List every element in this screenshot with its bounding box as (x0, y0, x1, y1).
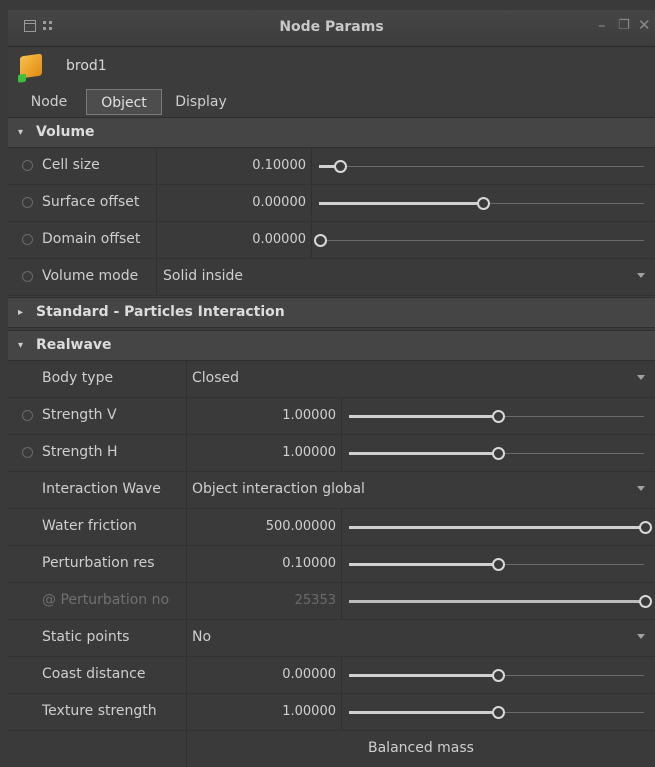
param-label: Interaction Wave (42, 481, 161, 497)
texture-strength-value[interactable]: 1.00000 (188, 704, 336, 719)
surface-offset-value[interactable]: 0.00000 (158, 195, 306, 210)
row-volume-mode: Volume mode Solid inside (8, 259, 655, 296)
section-label: Volume (36, 124, 95, 140)
tab-object[interactable]: Object (86, 89, 162, 115)
row-texture-strength: Texture strength 1.00000 (8, 694, 655, 731)
row-perturbation-res: Perturbation res 0.10000 (8, 546, 655, 583)
node-params-panel: Node Params – ❐ ✕ brod1 Node Object Disp… (8, 10, 655, 767)
param-label: Cell size (42, 157, 100, 173)
row-static-points: Static points No (8, 620, 655, 657)
keyframe-radio[interactable] (22, 447, 33, 458)
strength-v-value[interactable]: 1.00000 (188, 408, 336, 423)
restore-icon[interactable]: ❐ (618, 18, 630, 33)
param-label: Perturbation res (42, 555, 155, 571)
dropdown-arrow-icon[interactable] (637, 273, 645, 278)
row-body-type: Body type Closed (8, 361, 655, 398)
row-surface-offset: Surface offset 0.00000 (8, 185, 655, 222)
param-label: Strength V (42, 407, 117, 423)
param-label: Static points (42, 629, 130, 645)
param-label: Body type (42, 370, 114, 386)
balanced-mass-button[interactable]: Balanced mass (368, 740, 474, 756)
slider-knob[interactable] (314, 234, 327, 247)
volume-mode-dropdown[interactable]: Solid inside (163, 268, 243, 284)
row-coast-distance: Coast distance 0.00000 (8, 657, 655, 694)
coast-distance-slider[interactable] (349, 669, 644, 682)
surface-offset-slider[interactable] (319, 197, 644, 210)
section-volume[interactable]: ▾ Volume (8, 117, 655, 148)
section-standard[interactable]: ▸ Standard - Particles Interaction (8, 297, 655, 328)
expanded-arrow-icon: ▾ (18, 127, 24, 138)
node-cube-icon (20, 53, 42, 79)
cell-size-slider[interactable] (319, 160, 644, 173)
node-name: brod1 (66, 58, 107, 74)
param-label: Surface offset (42, 194, 140, 210)
node-header: brod1 (8, 53, 655, 83)
slider-knob[interactable] (491, 558, 505, 571)
section-realwave[interactable]: ▾ Realwave (8, 330, 655, 361)
param-label: Domain offset (42, 231, 141, 247)
row-domain-offset: Domain offset 0.00000 (8, 222, 655, 259)
param-label: Water friction (42, 518, 137, 534)
dropdown-arrow-icon[interactable] (637, 634, 645, 639)
keyframe-radio[interactable] (22, 160, 33, 171)
strength-h-slider[interactable] (349, 447, 644, 460)
keyframe-radio[interactable] (22, 197, 33, 208)
body-type-dropdown[interactable]: Closed (192, 370, 239, 386)
tab-display[interactable]: Display (168, 89, 234, 115)
perturbation-res-slider[interactable] (349, 558, 644, 571)
row-strength-v: Strength V 1.00000 (8, 398, 655, 435)
row-strength-h: Strength H 1.00000 (8, 435, 655, 472)
close-icon[interactable]: ✕ (638, 16, 651, 34)
param-label: @ Perturbation no (42, 592, 170, 608)
row-cell-size: Cell size 0.10000 (8, 148, 655, 185)
minimize-icon[interactable]: – (598, 16, 606, 34)
slider-knob[interactable] (639, 521, 652, 534)
collapsed-arrow-icon: ▸ (18, 307, 24, 318)
perturbation-res-value[interactable]: 0.10000 (188, 556, 336, 571)
keyframe-radio[interactable] (22, 271, 33, 282)
param-label: Volume mode (42, 268, 139, 284)
perturbation-no-slider (349, 595, 652, 608)
row-balanced-mass: Balanced mass (8, 731, 655, 767)
interaction-wave-dropdown[interactable]: Object interaction global (192, 481, 365, 497)
water-friction-slider[interactable] (349, 521, 652, 534)
expanded-arrow-icon: ▾ (18, 340, 24, 351)
keyframe-radio[interactable] (22, 410, 33, 421)
param-label: Texture strength (42, 703, 157, 719)
perturbation-no-value: 25353 (294, 593, 336, 608)
coast-distance-value[interactable]: 0.00000 (188, 667, 336, 682)
tab-node[interactable]: Node (24, 89, 74, 115)
row-perturbation-no: @ Perturbation no 25353 (8, 583, 655, 620)
window-title: Node Params (279, 19, 384, 35)
slider-knob (639, 595, 652, 608)
param-label: Coast distance (42, 666, 146, 682)
cell-size-value[interactable]: 0.10000 (158, 158, 306, 173)
section-label: Realwave (36, 337, 112, 353)
domain-offset-slider[interactable] (314, 234, 644, 247)
slider-knob[interactable] (476, 197, 490, 210)
slider-knob[interactable] (491, 669, 505, 682)
texture-strength-slider[interactable] (349, 706, 644, 719)
row-interaction-wave: Interaction Wave Object interaction glob… (8, 472, 655, 509)
slider-knob[interactable] (491, 706, 505, 719)
tab-bar: Node Object Display (8, 89, 655, 118)
row-water-friction: Water friction 500.00000 (8, 509, 655, 546)
slider-knob[interactable] (333, 160, 347, 173)
strength-h-value[interactable]: 1.00000 (188, 445, 336, 460)
slider-knob[interactable] (491, 447, 505, 460)
keyframe-radio[interactable] (22, 234, 33, 245)
title-bar: Node Params – ❐ ✕ (8, 10, 655, 47)
section-label: Standard - Particles Interaction (36, 304, 285, 320)
static-points-dropdown[interactable]: No (192, 629, 211, 645)
param-label: Strength H (42, 444, 118, 460)
strength-v-slider[interactable] (349, 410, 644, 423)
water-friction-value[interactable]: 500.00000 (188, 519, 336, 534)
domain-offset-value[interactable]: 0.00000 (158, 232, 306, 247)
dropdown-arrow-icon[interactable] (637, 375, 645, 380)
slider-knob[interactable] (491, 410, 505, 423)
dropdown-arrow-icon[interactable] (637, 486, 645, 491)
